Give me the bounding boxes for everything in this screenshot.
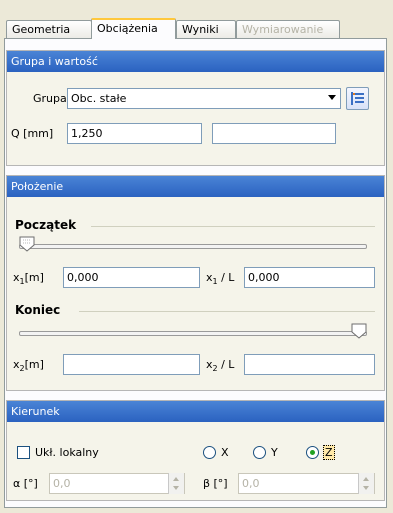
grupa-panel-header: Grupa i wartość [7, 51, 384, 72]
alpha-value: 0,0 [53, 477, 71, 490]
poczatek-separator [91, 226, 375, 227]
grupa-select-value: Obc. stałe [71, 92, 127, 105]
q-label: Q [mm] [11, 127, 54, 140]
kierunek-panel: Kierunek Ukł. lokalny X Y Z α [°] 0,0 β … [6, 400, 385, 501]
chevron-down-icon [328, 95, 336, 100]
radio-y[interactable] [253, 446, 266, 459]
koniec-separator [79, 311, 375, 312]
tab-wymiarowanie[interactable]: Wymiarowanie [236, 20, 340, 38]
kierunek-panel-header: Kierunek [7, 401, 384, 422]
spin-down-icon [173, 486, 179, 490]
radio-z[interactable] [306, 446, 319, 459]
tab-wyniki[interactable]: Wyniki [176, 20, 236, 38]
koniec-title: Koniec [15, 303, 61, 317]
tab-geometria[interactable]: Geometria [6, 20, 92, 38]
polozenie-panel: Położenie Początek x1[m] 0,000 x1 / L 0,… [6, 175, 385, 391]
grupa-label: Grupa [33, 92, 67, 105]
koniec-slider-track[interactable] [19, 331, 367, 336]
spin-up-icon [363, 477, 369, 481]
ukl-lokalny-checkbox[interactable] [17, 446, 30, 459]
beta-label: β [°] [203, 477, 228, 490]
list-settings-icon [351, 92, 364, 105]
beta-spinner[interactable] [358, 473, 374, 494]
x1-over-l-label: x1 / L [206, 271, 235, 287]
poczatek-title: Początek [15, 218, 77, 232]
list-settings-button[interactable] [346, 87, 369, 110]
tab-wyniki-label: Wyniki [182, 23, 219, 36]
x2-over-l-label: x2 / L [206, 358, 235, 374]
tab-obciazenia-label: Obciążenia [97, 22, 158, 35]
slider-thumb-up-icon[interactable] [351, 323, 367, 339]
ukl-lokalny-label: Ukł. lokalny [35, 446, 99, 459]
x1-over-l-input[interactable]: 0,000 [244, 267, 375, 288]
slider-thumb-down-icon[interactable] [19, 236, 35, 252]
alpha-label: α [°] [13, 477, 38, 490]
radio-x[interactable] [203, 446, 216, 459]
radio-x-label: X [221, 446, 229, 459]
radio-z-label: Z [323, 445, 335, 460]
x2-over-l-input[interactable] [244, 354, 375, 375]
spin-down-icon [363, 486, 369, 490]
tab-geometria-label: Geometria [12, 23, 71, 36]
grupa-select[interactable]: Obc. stałe [67, 88, 341, 109]
q-second-input[interactable] [212, 123, 336, 144]
beta-value: 0,0 [242, 477, 260, 490]
beta-input[interactable]: 0,0 [238, 473, 375, 494]
x2-label: x2[m] [13, 358, 44, 374]
polozenie-panel-header: Położenie [7, 176, 384, 197]
q-value-input[interactable]: 1,250 [67, 123, 202, 144]
grupa-panel: Grupa i wartość Grupa Obc. stałe Q [mm] … [6, 50, 385, 166]
alpha-input[interactable]: 0,0 [49, 473, 185, 494]
x1-input[interactable]: 0,000 [63, 267, 200, 288]
tab-obciazenia[interactable]: Obciążenia [91, 18, 176, 39]
x1-label: x1[m] [13, 271, 44, 287]
radio-y-label: Y [271, 446, 278, 459]
tab-wymiarowanie-label: Wymiarowanie [242, 23, 324, 36]
x2-input[interactable] [63, 354, 200, 375]
poczatek-slider-track[interactable] [19, 244, 367, 249]
alpha-spinner[interactable] [168, 473, 184, 494]
spin-up-icon [173, 477, 179, 481]
